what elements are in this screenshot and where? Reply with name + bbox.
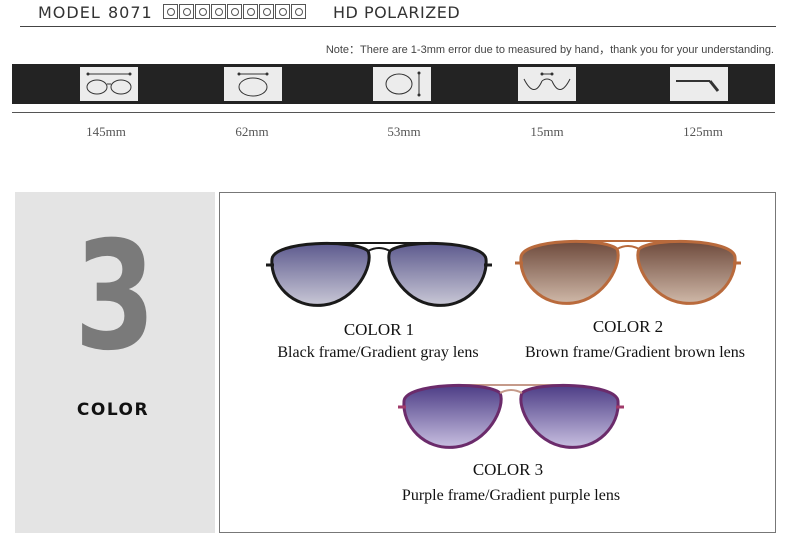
frame-width-icon — [80, 67, 138, 101]
hd-polarized-label: HD POLARIZED — [333, 3, 461, 22]
lens-icon — [227, 4, 242, 19]
model-number: 8071 — [108, 3, 153, 22]
spec-value: 125mm — [683, 124, 723, 139]
lens-icon — [179, 4, 194, 19]
spec-value: 62mm — [235, 124, 269, 139]
color-count-word: COLOR — [76, 400, 150, 420]
color-2-description: Brown frame/Gradient brown lens — [525, 344, 745, 361]
measurement-note: Note：There are 1-3mm error due to measur… — [325, 44, 774, 56]
lens-icon — [291, 4, 306, 19]
spec-icon-bar — [12, 64, 775, 104]
color-count-number: 3 — [74, 210, 156, 384]
feature-icon-strip — [163, 4, 306, 19]
header-bar: MODEL 8071 HD POLARIZED — [0, 0, 790, 28]
lens-width-icon — [224, 67, 282, 101]
lens-height-icon — [373, 67, 431, 101]
color-1-name: COLOR 1 — [343, 320, 415, 339]
sunglasses-color-2-image — [515, 240, 741, 305]
spec-value: 145mm — [86, 124, 126, 139]
lens-icon — [195, 4, 210, 19]
model-label: MODEL — [38, 3, 101, 22]
lens-icon — [275, 4, 290, 19]
color-options-box: COLOR 1 Black frame/Gradient gray lens C… — [219, 192, 776, 533]
spec-value: 15mm — [530, 124, 564, 139]
lens-icon — [211, 4, 226, 19]
lens-icon — [163, 4, 178, 19]
sunglasses-color-3-image — [398, 384, 624, 449]
temple-length-icon — [670, 67, 728, 101]
bridge-width-icon — [518, 67, 576, 101]
color-3-description: Purple frame/Gradient purple lens — [401, 487, 621, 504]
spec-divider — [12, 112, 775, 113]
header-divider — [20, 26, 776, 27]
spec-value: 53mm — [387, 124, 421, 139]
lens-icon — [259, 4, 274, 19]
color-1-description: Black frame/Gradient gray lens — [277, 344, 479, 361]
color-3-name: COLOR 3 — [472, 460, 544, 479]
sunglasses-color-1-image — [266, 242, 492, 307]
color-count-panel: 3 COLOR — [15, 192, 215, 533]
color-2-name: COLOR 2 — [592, 317, 664, 336]
lens-icon — [243, 4, 258, 19]
